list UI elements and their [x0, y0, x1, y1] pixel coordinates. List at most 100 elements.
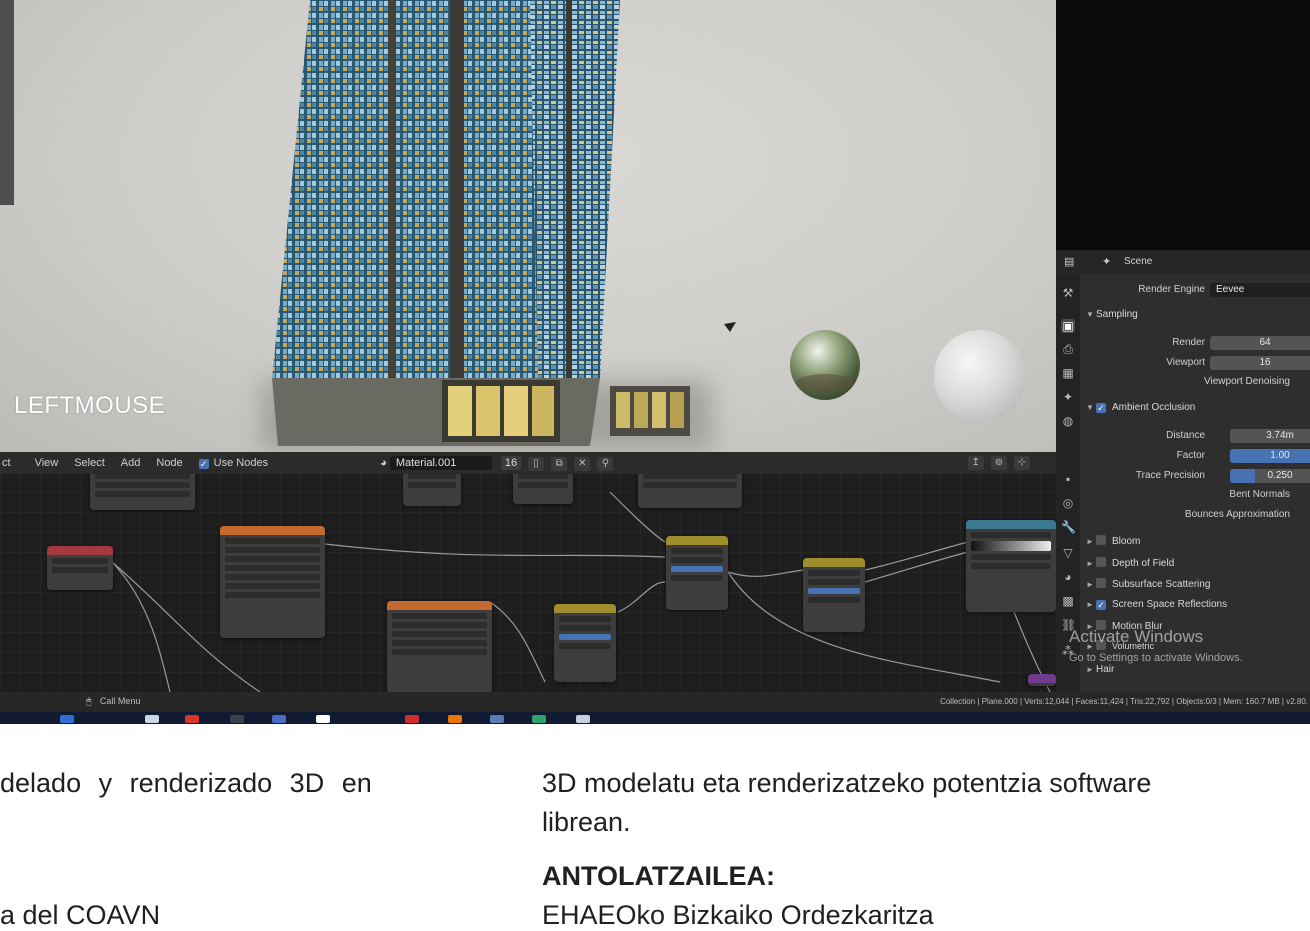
node-editor-tools[interactable]: ↥ ⊚ ⊹ [964, 456, 1030, 470]
collapse-triangle-icon: ► [1086, 580, 1094, 589]
taskbar-app-icon[interactable] [145, 715, 159, 723]
parent-node-icon[interactable]: ↥ [967, 456, 984, 470]
sss-panel-header[interactable]: ► Subsurface Scattering [1086, 578, 1210, 594]
texture-tab-icon[interactable]: ▩ [1061, 594, 1075, 608]
taskbar-app-icon[interactable] [185, 715, 199, 723]
menu-select-mode[interactable]: ct [2, 457, 11, 469]
world-tab-icon[interactable]: ◍ [1061, 414, 1075, 428]
taskbar-app-icon[interactable] [532, 715, 546, 723]
render-tab-icon[interactable]: ▣ [1061, 319, 1075, 333]
scene-tab-icon[interactable]: ✦ [1061, 390, 1075, 404]
tool-tab-icon[interactable]: ⚒ [1061, 286, 1075, 300]
3d-viewport[interactable]: LEFTMOUSE [0, 0, 1056, 452]
ssr-checkbox[interactable]: ✓ [1096, 600, 1106, 610]
call-menu-label: Call Menu [99, 696, 141, 706]
output-node[interactable] [1028, 674, 1056, 686]
hair-panel-header[interactable]: ► Hair [1086, 664, 1114, 680]
taskbar-app-icon[interactable] [272, 715, 286, 723]
material-sphere-icon: ◕ [380, 456, 387, 469]
key-press-overlay: LEFTMOUSE [14, 392, 166, 419]
viewport-samples-field[interactable]: 16 [1210, 356, 1310, 370]
bounces-approximation-checkbox[interactable]: Bounces Approximation [1185, 509, 1310, 523]
render-engine-dropdown[interactable]: Eevee [1210, 283, 1310, 297]
mix-overlay-node[interactable] [554, 604, 616, 682]
bloom-checkbox[interactable] [1096, 535, 1106, 545]
use-nodes-toggle[interactable]: ✓ Use Nodes [198, 457, 268, 469]
material-tab-icon[interactable]: ◕ [1061, 570, 1075, 584]
node-field [225, 574, 320, 580]
menu-node[interactable]: Node [156, 457, 182, 469]
bloom-panel-header[interactable]: ► Bloom [1086, 535, 1140, 551]
ao-factor-slider[interactable]: 1.00 [1230, 449, 1310, 463]
bent-normals-checkbox[interactable]: Bent Normals [1229, 489, 1310, 503]
node-top-left[interactable] [90, 470, 195, 510]
node-header [47, 546, 113, 555]
node-top-center-2[interactable] [513, 470, 573, 504]
dof-panel-header[interactable]: ► Depth of Field [1086, 557, 1174, 573]
activate-windows-watermark-subtitle: Go to Settings to activate Windows. [1069, 652, 1243, 664]
node-field [671, 548, 723, 554]
taskbar-app-icon[interactable] [490, 715, 504, 723]
view-layer-tab-icon[interactable]: ▦ [1061, 366, 1075, 380]
material-selector[interactable]: ◕ Material.001 16 ▯ ⧉ ✕ ⚲ [380, 455, 614, 471]
sampling-panel-header[interactable]: ▼ Sampling [1086, 309, 1138, 325]
snapping-options-icon[interactable]: ⊹ [1014, 456, 1030, 470]
sss-checkbox[interactable] [1096, 578, 1106, 588]
taskbar-app-icon[interactable] [60, 715, 74, 723]
node-field [808, 570, 860, 576]
ao-distance-field[interactable]: 3.74m [1230, 429, 1310, 443]
output-tab-icon[interactable]: ⎙ [1061, 342, 1075, 356]
node-top-right[interactable] [638, 470, 742, 508]
mix-multiply-node[interactable] [666, 536, 728, 610]
diffuse-sphere[interactable] [934, 330, 1026, 422]
pin-icon[interactable]: ⚲ [597, 456, 614, 471]
ao-factor-row: Factor 1.00 [1080, 448, 1310, 464]
color-ramp-node[interactable] [966, 520, 1056, 612]
uv-map-node[interactable] [47, 546, 113, 590]
image-texture-node[interactable] [220, 526, 325, 638]
dof-checkbox[interactable] [1096, 557, 1106, 567]
viewport-side-panel [0, 0, 14, 205]
modifier-tab-icon[interactable]: 🔧 [1061, 520, 1076, 534]
taskbar-app-icon[interactable] [405, 715, 419, 723]
render-samples-label: Render [1172, 337, 1205, 348]
ao-trace-precision-slider[interactable]: 0.250 [1230, 469, 1310, 483]
node-field [52, 558, 108, 564]
taskbar-app-icon[interactable] [448, 715, 462, 723]
ao-trace-precision-row: Trace Precision 0.250 [1080, 468, 1310, 484]
tower-model[interactable] [270, 0, 710, 446]
taskbar-app-icon[interactable] [316, 715, 330, 723]
render-samples-field[interactable]: 64 [1210, 336, 1310, 350]
taskbar-app-icon[interactable] [230, 715, 244, 723]
menu-view[interactable]: View [35, 457, 59, 469]
mix-multiply-node-2[interactable] [803, 558, 865, 632]
fake-user-icon[interactable]: ▯ [528, 456, 545, 471]
menu-add[interactable]: Add [121, 457, 141, 469]
ao-checkbox[interactable]: ✓ [1096, 403, 1106, 413]
right-column-line-3: EHAEOko Bizkaiko Ordezkaritza [542, 900, 934, 930]
ambient-occlusion-panel-header[interactable]: ▼ ✓ Ambient Occlusion [1086, 402, 1195, 418]
object-tab-icon[interactable]: ▪ [1061, 472, 1075, 486]
reflective-sphere[interactable] [790, 330, 860, 400]
duplicate-material-icon[interactable]: ⧉ [551, 456, 568, 471]
node-field [971, 554, 1051, 560]
node-field [225, 538, 320, 544]
viewport-denoising-checkbox[interactable]: Viewport Denoising [1204, 376, 1310, 390]
node-top-center[interactable] [403, 470, 461, 506]
material-name-field[interactable]: Material.001 [389, 455, 492, 470]
data-tab-icon[interactable]: ▽ [1061, 546, 1075, 560]
menu-select[interactable]: Select [74, 457, 105, 469]
shader-node-editor[interactable]: ct View Select Add Node ✓ Use Nodes ◕ Mat… [0, 452, 1056, 692]
render-engine-label: Render Engine [1138, 284, 1205, 295]
editor-type-icon[interactable]: ▤ [1064, 255, 1074, 268]
unlink-material-icon[interactable]: ✕ [574, 456, 591, 471]
taskbar-app-icon[interactable] [576, 715, 590, 723]
status-bar: 🖱 Call Menu Collection | Plane.000 | Ver… [0, 692, 1310, 712]
image-texture-node-2[interactable] [387, 601, 492, 692]
node-header [220, 526, 325, 535]
viewport-samples-label: Viewport [1166, 357, 1205, 368]
physics-tab-icon[interactable]: ◎ [1061, 496, 1075, 510]
snap-icon[interactable]: ⊚ [990, 456, 1007, 470]
expand-triangle-icon: ▼ [1086, 310, 1094, 319]
ssr-panel-header[interactable]: ► ✓ Screen Space Reflections [1086, 599, 1227, 615]
